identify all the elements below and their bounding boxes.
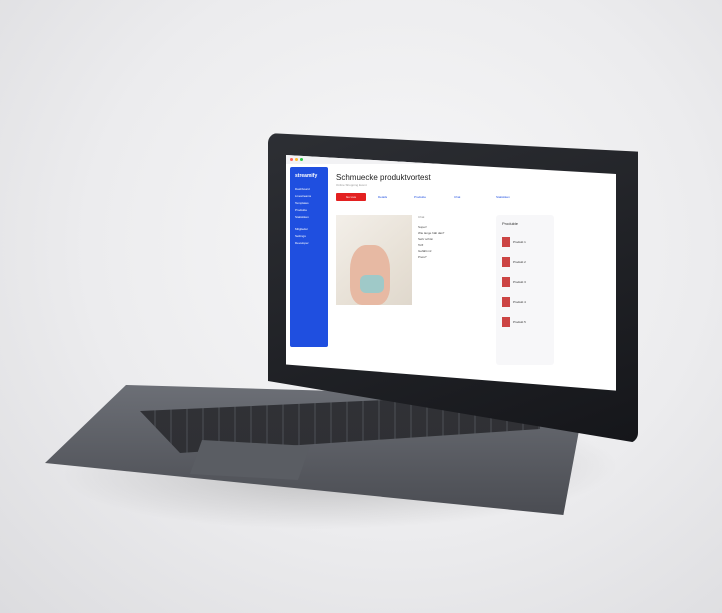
product-item[interactable]: Produkt 5 (502, 317, 526, 327)
tab-details[interactable]: Details (378, 195, 387, 199)
sidebar-item[interactable]: Dashboard (295, 187, 310, 191)
brand-logo[interactable]: streamify (295, 173, 317, 179)
maximize-dot-icon[interactable] (300, 158, 303, 161)
product-thumbnail (502, 277, 510, 287)
laptop-scene: app.streamify.io streamify Dashboard Liv… (0, 0, 722, 613)
chat-message: Gefällt mir (418, 249, 432, 253)
sleeve (336, 305, 412, 365)
products-panel: Produkte Produkt 1 Produkt 2 Produkt 3 P… (496, 215, 554, 365)
chat-message: Super! (418, 225, 427, 229)
sidebar: streamify Dashboard Livestreams Template… (290, 167, 328, 347)
product-item[interactable]: Produkt 4 (502, 297, 526, 307)
sidebar-item[interactable]: Statistiken (295, 215, 309, 219)
laptop-screen: app.streamify.io streamify Dashboard Liv… (268, 133, 638, 443)
product-name: Produkt 5 (513, 319, 526, 324)
sidebar-item[interactable]: Produkte (295, 208, 307, 212)
product-thumbnail (502, 257, 510, 267)
product-item[interactable]: Produkt 2 (502, 257, 526, 267)
product-name: Produkt 4 (513, 299, 526, 304)
trackpad (190, 440, 310, 480)
close-dot-icon[interactable] (290, 158, 293, 161)
product-thumbnail (502, 297, 510, 307)
page-subtitle: Online Shopping Event (336, 183, 367, 187)
sidebar-item[interactable]: Templates (295, 201, 309, 205)
product-name: Produkt 2 (513, 259, 526, 264)
page-title: Schmuecke produktvortest (336, 173, 431, 182)
cream-jar (360, 275, 384, 293)
product-item[interactable]: Produkt 1 (502, 237, 526, 247)
chat-message: Toll! (418, 243, 424, 247)
product-photo (336, 215, 412, 365)
sidebar-item[interactable]: Settings (295, 234, 306, 238)
chat-message: Sehr schön (418, 237, 434, 241)
product-thumbnail (502, 237, 510, 247)
chat-title: Chat (418, 215, 425, 219)
chat-message: Preis? (418, 255, 427, 259)
tab-statistics[interactable]: Statistiken (496, 195, 510, 199)
product-thumbnail (502, 317, 510, 327)
product-name: Produkt 1 (513, 239, 526, 244)
tab-products[interactable]: Produkte (414, 195, 426, 199)
product-name: Produkt 3 (513, 279, 526, 284)
chat-panel: Chat Super! Wie lange hält das? Sehr sch… (418, 215, 488, 365)
products-title: Produkte (502, 221, 519, 226)
tab-chat[interactable]: Chat (454, 195, 460, 199)
chat-message: Wie lange hält das? (418, 231, 445, 235)
sidebar-item[interactable]: Mitglieder (295, 227, 308, 231)
sidebar-item[interactable]: Developer (295, 241, 309, 245)
product-item[interactable]: Produkt 3 (502, 277, 526, 287)
app-window: app.streamify.io streamify Dashboard Liv… (286, 155, 616, 391)
go-live-button[interactable]: Go Live (336, 193, 366, 201)
minimize-dot-icon[interactable] (295, 158, 298, 161)
sidebar-item[interactable]: Livestreams (295, 194, 311, 198)
